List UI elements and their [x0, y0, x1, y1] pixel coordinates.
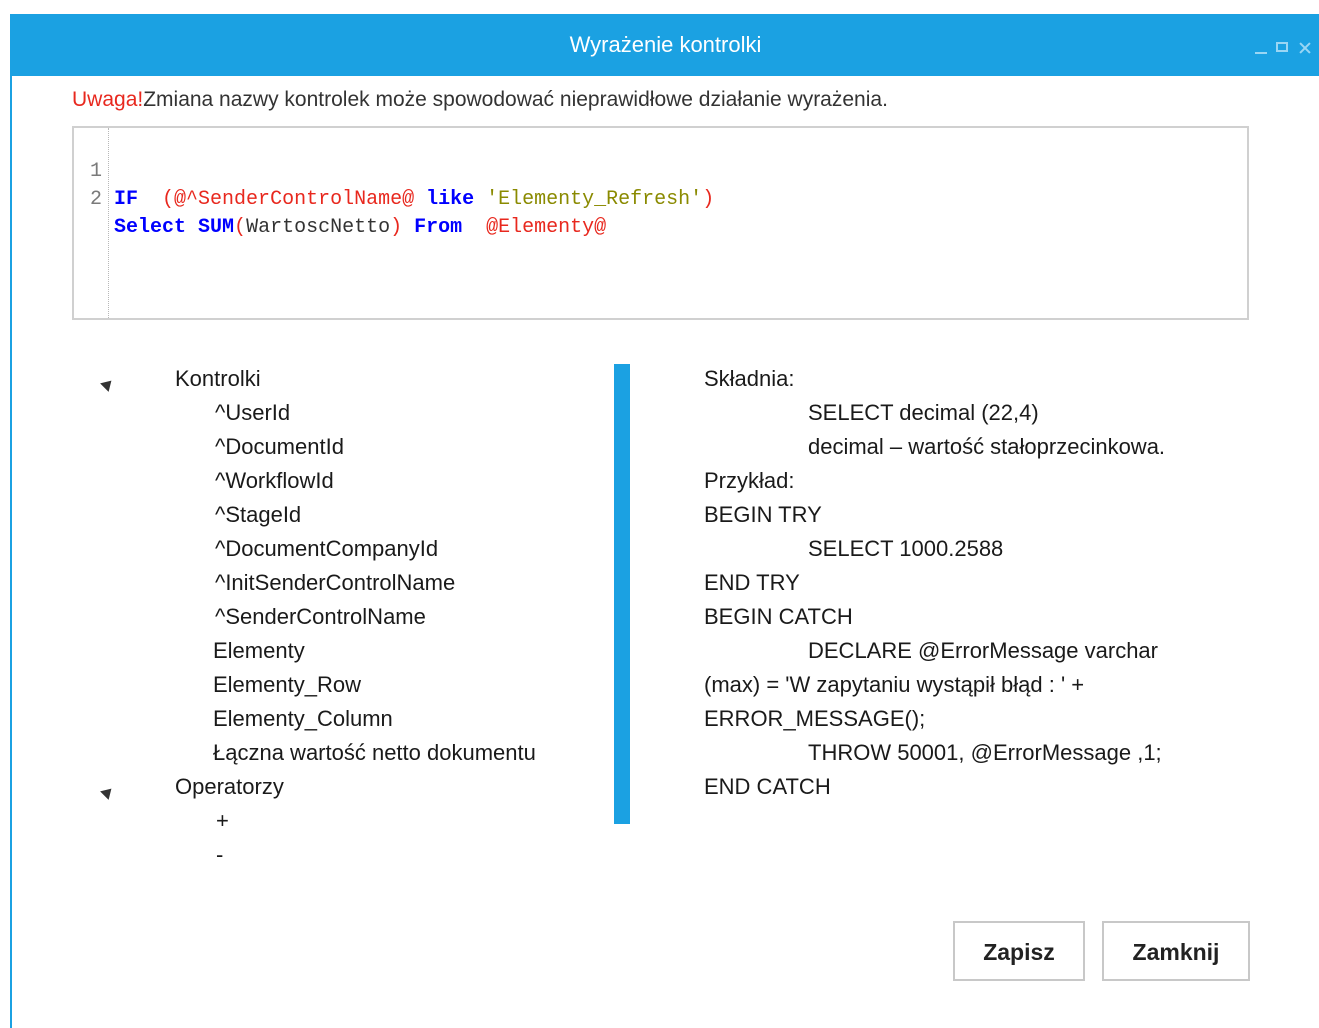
window-title: Wyrażenie kontrolki	[569, 32, 762, 57]
syntax-line: ERROR_MESSAGE();	[704, 706, 926, 731]
keyword-from: From	[414, 216, 463, 239]
tree-item[interactable]: ^UserId	[215, 396, 290, 430]
syntax-line: DECLARE @ErrorMessage varchar	[808, 638, 1158, 663]
syntax-line: Składnia:	[704, 366, 795, 391]
paren-open: (	[162, 188, 175, 211]
keyword-select: Select	[114, 216, 187, 239]
tree-item[interactable]: ^InitSenderControlName	[215, 566, 455, 600]
close-icon[interactable]	[1297, 40, 1313, 56]
tree-item[interactable]: Elementy_Column	[213, 702, 393, 736]
syntax-line: THROW 50001, @ErrorMessage ,1;	[808, 740, 1162, 765]
tree-item[interactable]: +	[216, 804, 229, 838]
syntax-line: SELECT decimal (22,4)	[808, 400, 1039, 425]
syntax-line: SELECT 1000.2588	[808, 536, 1004, 561]
tree-group-kontrolki[interactable]: Kontrolki	[175, 362, 261, 396]
tree-item[interactable]: Elementy	[213, 634, 305, 668]
tree-item[interactable]: ^StageId	[215, 498, 301, 532]
syntax-line: Przykład:	[704, 468, 795, 493]
tree-item[interactable]: Elementy_Row	[213, 668, 361, 702]
maximize-icon[interactable]	[1275, 40, 1291, 56]
close-button[interactable]: Zamknij	[1102, 921, 1250, 981]
syntax-line: END CATCH	[704, 774, 831, 799]
tree-group-operatorzy[interactable]: Operatorzy	[175, 770, 284, 804]
code-line-1: 1 IF (@^SenderControlName@ like 'Element…	[74, 130, 1247, 211]
warning-text: Zmiana nazwy kontrolek może spowodować n…	[143, 88, 888, 111]
syntax-line: BEGIN CATCH	[704, 604, 853, 629]
save-button[interactable]: Zapisz	[953, 921, 1085, 981]
paren-close: )	[702, 188, 715, 211]
tree-item[interactable]: ^DocumentCompanyId	[215, 532, 438, 566]
syntax-line: (max) = 'W zapytaniu wystąpił błąd : ' +	[704, 672, 1085, 697]
title-bar[interactable]: Wyrażenie kontrolki	[12, 14, 1319, 76]
keyword-sum: SUM	[198, 216, 235, 239]
paren-open: (	[234, 216, 247, 239]
identifier-wartosc-netto: WartoscNetto	[246, 216, 391, 239]
warning-label: Uwaga!	[72, 88, 144, 111]
keyword-like: like	[426, 188, 475, 211]
tree-item[interactable]: ^WorkflowId	[215, 464, 334, 498]
syntax-line: decimal – wartość stałoprzecinkowa.	[808, 434, 1166, 459]
expression-editor[interactable]: 1 IF (@^SenderControlName@ like 'Element…	[72, 126, 1249, 320]
variable-sender-control-name: @^SenderControlName@	[174, 188, 415, 211]
minimize-icon[interactable]	[1253, 40, 1269, 56]
warning-message: Uwaga!Zmiana nazwy kontrolek może spowod…	[72, 88, 888, 112]
tree-item[interactable]: Łączna wartość netto dokumentu	[213, 736, 536, 770]
syntax-line: END TRY	[704, 570, 800, 595]
code-line-2: 2 Select SUM(WartoscNetto) From @Element…	[74, 158, 1247, 239]
line-number: 2	[89, 188, 102, 211]
string-literal: 'Elementy_Refresh'	[486, 188, 703, 211]
tree-item[interactable]: ^DocumentId	[215, 430, 344, 464]
syntax-line: BEGIN TRY	[704, 502, 822, 527]
tree-item[interactable]: ^SenderControlName	[215, 600, 426, 634]
window-controls	[1253, 38, 1313, 58]
variable-elementy: @Elementy@	[486, 216, 607, 239]
tree-item[interactable]: -	[216, 838, 223, 872]
panel-splitter[interactable]	[614, 364, 630, 824]
paren-close: )	[390, 216, 403, 239]
